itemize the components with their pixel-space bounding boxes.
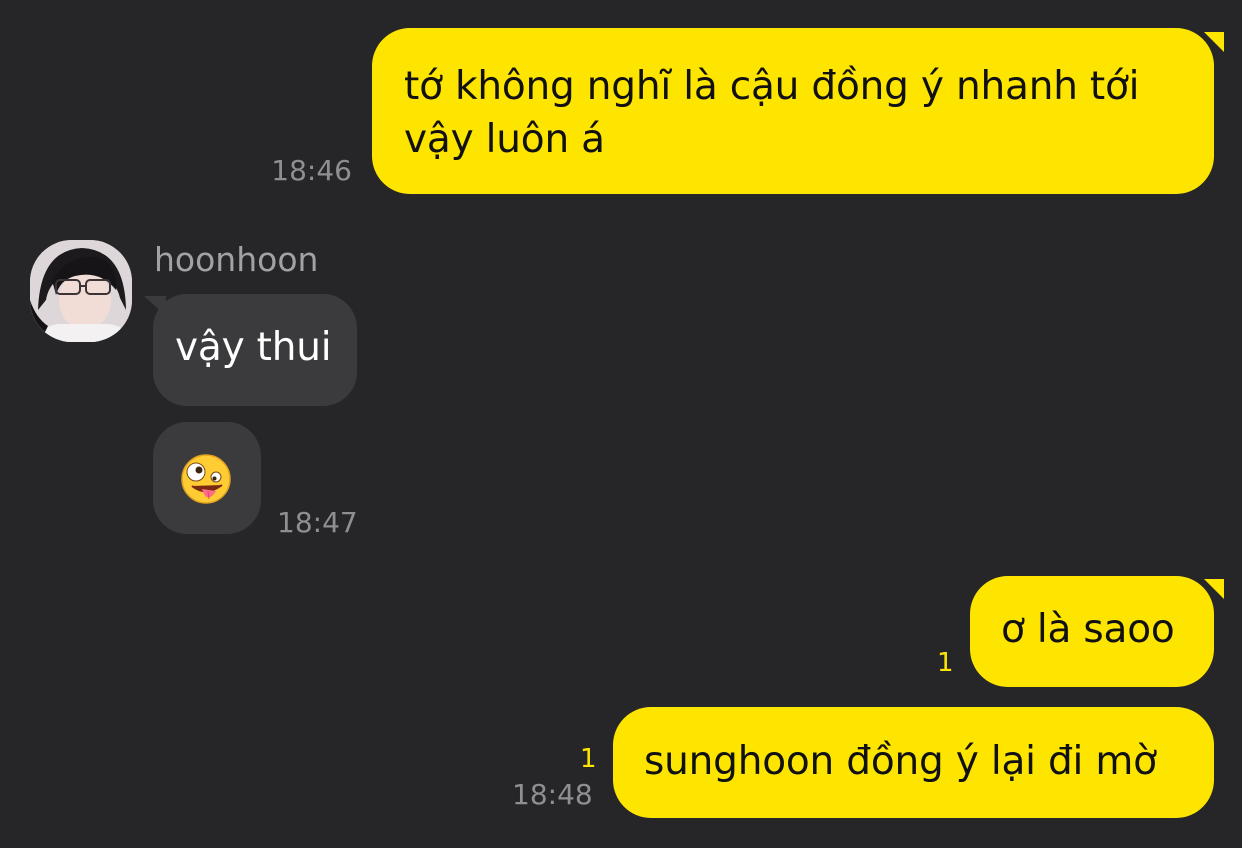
unread-count: 1 (937, 648, 954, 678)
unread-count: 1 (580, 744, 597, 774)
message-text: vậy thui (175, 325, 332, 370)
bubble-tail (1204, 32, 1224, 52)
bubble-tail (144, 296, 166, 316)
message-text: tớ không nghĩ là cậu đồng ý nhanh tới vậ… (404, 64, 1140, 162)
zany-face-emoji-icon (181, 454, 231, 504)
my-message-bubble[interactable]: ơ là saoo (970, 576, 1214, 687)
their-message-bubble[interactable]: vậy thui (153, 294, 357, 406)
my-message-bubble[interactable]: tớ không nghĩ là cậu đồng ý nhanh tới vậ… (372, 28, 1214, 194)
message-timestamp: 18:46 (271, 154, 352, 187)
my-message-bubble[interactable]: sunghoon đồng ý lại đi mờ (613, 707, 1214, 818)
message-timestamp: 18:48 (512, 778, 593, 811)
avatar-image (30, 240, 132, 342)
contact-name: hoonhoon (154, 240, 319, 279)
message-timestamp: 18:47 (277, 506, 358, 539)
contact-avatar[interactable] (30, 240, 132, 342)
message-text: ơ là saoo (1001, 607, 1175, 652)
bubble-tail (1204, 579, 1224, 599)
message-text: sunghoon đồng ý lại đi mờ (644, 739, 1157, 784)
